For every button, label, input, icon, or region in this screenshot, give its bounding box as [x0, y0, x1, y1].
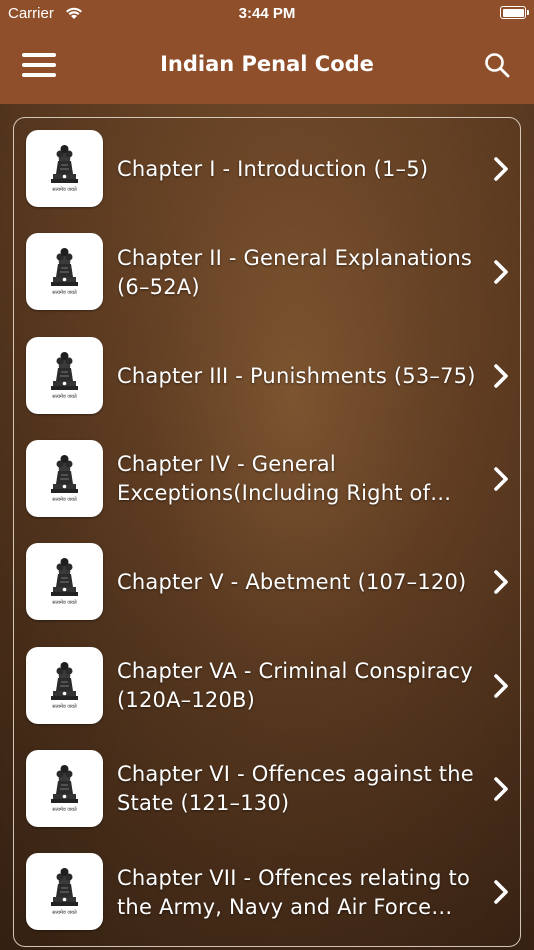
chapter-row[interactable]: सत्यमेव जयते Chapter III - Punishments (… [14, 325, 519, 428]
status-bar: Carrier 3:44 PM [0, 0, 534, 28]
national-emblem-icon [51, 351, 78, 390]
emblem-caption: सत्यमेव जयते [52, 496, 77, 503]
status-time: 3:44 PM [238, 5, 296, 22]
chapter-label: Chapter VII - Offences relating to the A… [117, 865, 471, 919]
emblem-thumbnail: सत्यमेव जयते [26, 543, 103, 621]
emblem-caption: सत्यमेव जयते [52, 703, 77, 710]
national-emblem-icon [51, 145, 78, 183]
national-emblem-icon [51, 454, 78, 493]
chapter-label-container: Chapter VII - Offences relating to the A… [117, 841, 479, 944]
emblem-thumbnail: सत्यमेव जयते [26, 439, 103, 517]
national-emblem-icon [51, 764, 78, 803]
chapter-label: Chapter VI - Offences against the State … [117, 762, 474, 816]
national-emblem-icon [51, 248, 78, 287]
chapter-label-container: Chapter IV - General Exceptions(Includin… [117, 428, 479, 531]
chevron-right-icon [494, 673, 508, 698]
chapter-label-container: Chapter VA - Criminal Conspiracy (120A–1… [117, 635, 479, 738]
chapter-row[interactable]: सत्यमेव जयते Chapter V - Abetment (107–1… [14, 531, 519, 634]
emblem-caption: सत्यमेव जयते [52, 600, 77, 607]
search-icon[interactable] [484, 52, 510, 78]
chapter-label-container: Chapter VI - Offences against the State … [117, 738, 479, 841]
chapter-label-container: Chapter I - Introduction (1–5) [117, 118, 479, 221]
chapter-row[interactable]: सत्यमेव जयते Chapter II - General Explan… [14, 221, 519, 324]
chevron-right-icon [494, 467, 508, 491]
emblem-thumbnail: सत्यमेव जयते [26, 853, 103, 931]
chapter-label: Chapter II - General Explanations (6–52A… [117, 245, 473, 299]
chapter-row[interactable]: सत्यमेव जयते Chapter VII - Offences rela… [14, 841, 519, 944]
emblem-caption: सत्यमेव जयते [52, 910, 77, 917]
national-emblem-icon [51, 558, 78, 597]
chapter-label: Chapter V - Abetment (107–120) [117, 570, 467, 595]
emblem-caption: सत्यमेव जयते [52, 393, 77, 400]
chevron-right-icon [494, 363, 508, 388]
chapter-label-container: Chapter II - General Explanations (6–52A… [117, 221, 479, 324]
emblem-caption: सत्यमेव जयते [52, 806, 77, 813]
chapter-label: Chapter VA - Criminal Conspiracy (120A–1… [117, 659, 473, 712]
chapter-list: सत्यमेव जयते Chapter I - Introduction (1… [13, 117, 521, 947]
chapter-label-container: Chapter III - Punishments (53–75) [117, 325, 479, 428]
page-title: Indian Penal Code [160, 52, 374, 76]
emblem-thumbnail: सत्यमेव जयते [26, 749, 103, 827]
chapter-row[interactable]: सत्यमेव जयते Chapter IV - General Except… [14, 428, 519, 531]
chapter-row[interactable]: सत्यमेव जयते Chapter VA - Criminal Consp… [14, 635, 519, 738]
chapter-label: Chapter III - Punishments (53–75) [117, 363, 476, 388]
emblem-thumbnail: सत्यमेव जयते [26, 336, 103, 414]
national-emblem-icon [51, 661, 78, 700]
chevron-right-icon [494, 260, 508, 285]
chevron-right-icon [494, 880, 508, 904]
national-emblem-icon [51, 868, 78, 907]
chapter-label-container: Chapter V - Abetment (107–120) [117, 531, 479, 634]
emblem-thumbnail: सत्यमेव जयते [26, 130, 103, 207]
content-area: सत्यमेव जयते Chapter I - Introduction (1… [0, 104, 534, 950]
chevron-right-icon [494, 570, 508, 594]
battery-icon [500, 6, 529, 19]
chevron-right-icon [494, 776, 508, 801]
chapter-row[interactable]: सत्यमेव जयते Chapter I - Introduction (1… [14, 118, 519, 221]
emblem-thumbnail: सत्यमेव जयते [26, 646, 103, 724]
chapter-row[interactable]: सत्यमेव जयते Chapter VI - Offences again… [14, 738, 519, 841]
chevron-right-icon [494, 157, 508, 181]
emblem-caption: सत्यमेव जयते [52, 187, 77, 193]
chapter-label: Chapter I - Introduction (1–5) [117, 157, 429, 181]
emblem-caption: सत्यमेव जयते [52, 290, 77, 297]
navigation-bar: Indian Penal Code [0, 28, 534, 104]
emblem-thumbnail: सत्यमेव जयते [26, 233, 103, 311]
chapter-label: Chapter IV - General Exceptions(Includin… [117, 452, 431, 506]
